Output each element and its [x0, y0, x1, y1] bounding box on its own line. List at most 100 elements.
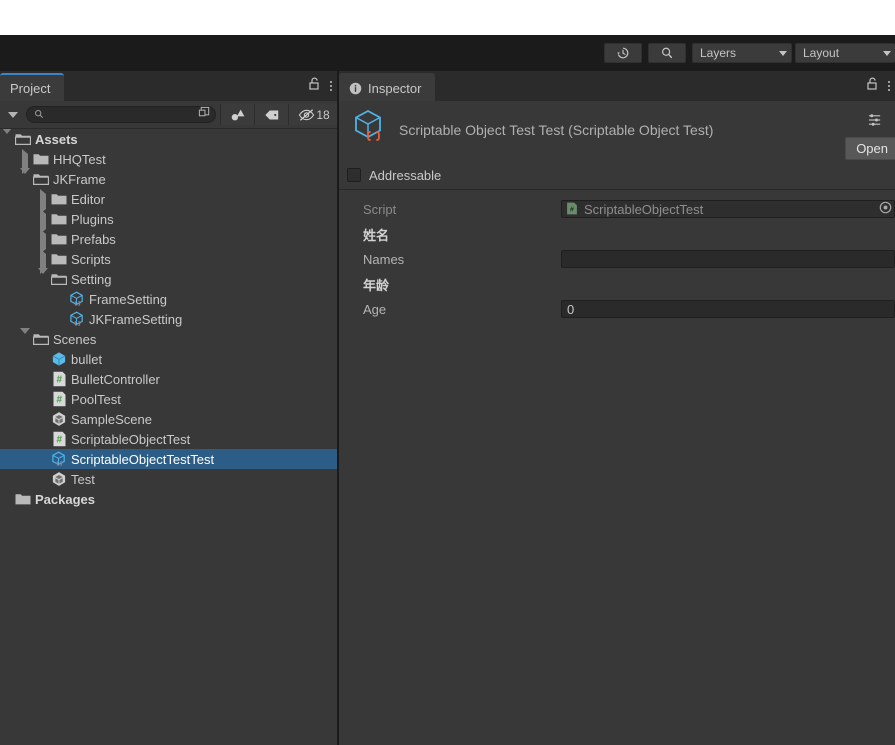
tree-item-packages[interactable]: Packages [0, 489, 337, 509]
info-icon [349, 82, 362, 95]
lock-icon[interactable] [308, 77, 320, 95]
folder-open-icon [51, 271, 67, 287]
open-button[interactable]: Open [845, 137, 895, 160]
scriptable-object-icon [349, 107, 387, 152]
tree-item-label: Prefabs [71, 231, 116, 247]
tree-item-jkframe[interactable]: JKFrame [0, 167, 337, 189]
text-field-names[interactable] [561, 250, 895, 268]
inspector-field-姓名: 姓名 [339, 223, 895, 245]
inspector-panel: Inspector Scriptable Object Test Test (S… [339, 71, 895, 745]
tree-item-scriptableobjecttesttest[interactable]: ScriptableObjectTestTest [0, 449, 337, 469]
tree-item-label: Packages [35, 491, 95, 507]
chevron-down-icon[interactable] [20, 167, 31, 189]
chevron-down-icon[interactable] [2, 129, 13, 149]
field-label: Script [363, 201, 397, 217]
field-label: 年龄 [363, 277, 390, 293]
unity-editor-window: Layers Layout Project 18 Assets HHQTest … [0, 0, 895, 745]
addressable-row[interactable]: Addressable [339, 161, 895, 190]
layers-label: Layers [700, 46, 737, 60]
search-input[interactable] [26, 106, 216, 123]
tree-item-label: JKFrameSetting [89, 311, 183, 327]
project-view-options-icon[interactable] [8, 111, 18, 118]
tree-item-bulletcontroller[interactable]: # BulletController [0, 369, 337, 389]
object-field-script[interactable]: # ScriptableObjectTest [561, 200, 895, 218]
tree-item-scriptableobjecttest[interactable]: # ScriptableObjectTest [0, 429, 337, 449]
tree-item-label: ScriptableObjectTest [71, 431, 191, 447]
tree-item-test[interactable]: Test [0, 469, 337, 489]
text-field-value: 0 [567, 301, 575, 317]
filter-by-label-icon[interactable] [254, 104, 288, 125]
tree-item-plugins[interactable]: Plugins [0, 208, 337, 234]
layers-dropdown[interactable]: Layers [692, 43, 792, 63]
scriptable-object-icon [69, 291, 85, 307]
tree-item-scripts[interactable]: Scripts [0, 248, 337, 274]
tree-item-label: Editor [71, 191, 105, 207]
kebab-menu-icon[interactable] [330, 81, 332, 91]
svg-text:#: # [56, 375, 62, 386]
chevron-down-icon[interactable] [38, 267, 49, 289]
unity-scene-icon [51, 471, 67, 487]
object-picker-icon[interactable] [879, 201, 892, 217]
tree-item-assets[interactable]: Assets [0, 129, 337, 149]
inspector-title-row: Scriptable Object Test Test (Scriptable … [339, 101, 895, 152]
cs-script-icon: # [566, 202, 580, 216]
svg-text:#: # [570, 204, 574, 213]
tree-item-framesetting[interactable]: FrameSetting [0, 289, 337, 309]
search-icon [34, 106, 44, 124]
tree-item-scenes[interactable]: Scenes [0, 327, 337, 349]
tree-item-label: FrameSetting [89, 291, 168, 307]
search-field[interactable] [44, 107, 188, 122]
chevron-down-icon[interactable] [20, 327, 31, 349]
tree-item-editor[interactable]: Editor [0, 188, 337, 214]
chevron-right-icon[interactable] [38, 188, 49, 214]
inspector-fields: Script # ScriptableObjectTest 姓名 Names 年龄 Age 0 [339, 190, 895, 320]
tree-item-samplescene[interactable]: SampleScene [0, 409, 337, 429]
tree-item-label: PoolTest [71, 391, 121, 407]
history-icon[interactable] [604, 43, 642, 63]
folder-icon [15, 491, 31, 507]
hidden-packages-icon[interactable]: 18 [288, 104, 339, 125]
tree-item-pooltest[interactable]: # PoolTest [0, 389, 337, 409]
tree-item-prefabs[interactable]: Prefabs [0, 228, 337, 254]
chevron-right-icon[interactable] [38, 248, 49, 274]
folder-icon [33, 151, 49, 167]
prefab-icon [51, 351, 67, 367]
tree-item-label: ScriptableObjectTestTest [71, 451, 215, 467]
project-panel: Project 18 Assets HHQTest JKFrame Editor… [0, 71, 339, 745]
scriptable-object-icon [51, 451, 67, 467]
filter-by-type-icon[interactable] [220, 104, 254, 125]
tab-project[interactable]: Project [0, 73, 65, 101]
chevron-right-icon[interactable] [38, 228, 49, 254]
layout-dropdown[interactable]: Layout [795, 43, 895, 63]
text-field-age[interactable]: 0 [561, 300, 895, 318]
tree-item-jkframesetting[interactable]: JKFrameSetting [0, 309, 337, 329]
chevron-right-icon[interactable] [38, 208, 49, 234]
tab-inspector[interactable]: Inspector [339, 73, 436, 101]
tree-item-bullet[interactable]: bullet [0, 349, 337, 369]
folder-icon [51, 251, 67, 267]
inspector-asset-title: Scriptable Object Test Test (Scriptable … [399, 121, 714, 138]
tree-item-setting[interactable]: Setting [0, 267, 337, 289]
lock-icon[interactable] [866, 77, 878, 95]
folder-open-icon [15, 131, 31, 147]
search-icon[interactable] [648, 43, 686, 63]
preset-icon[interactable] [868, 113, 883, 132]
addressable-checkbox[interactable] [347, 168, 361, 182]
kebab-menu-icon[interactable] [888, 81, 890, 91]
addressable-label: Addressable [369, 167, 442, 183]
chevron-right-icon[interactable] [20, 148, 31, 174]
tree-item-label: HHQTest [53, 151, 106, 167]
tab-inspector-label: Inspector [368, 80, 422, 96]
layout-label: Layout [803, 46, 840, 60]
inspector-tab-controls [866, 77, 890, 95]
hidden-packages-count: 18 [316, 107, 330, 122]
tree-item-hhqtest[interactable]: HHQTest [0, 148, 337, 174]
cs-script-icon: # [51, 371, 67, 387]
project-asset-tree[interactable]: Assets HHQTest JKFrame Editor Plugins Prefabs… [0, 129, 337, 745]
save-search-icon[interactable] [198, 106, 211, 124]
inspector-field-Names: Names [339, 248, 895, 270]
